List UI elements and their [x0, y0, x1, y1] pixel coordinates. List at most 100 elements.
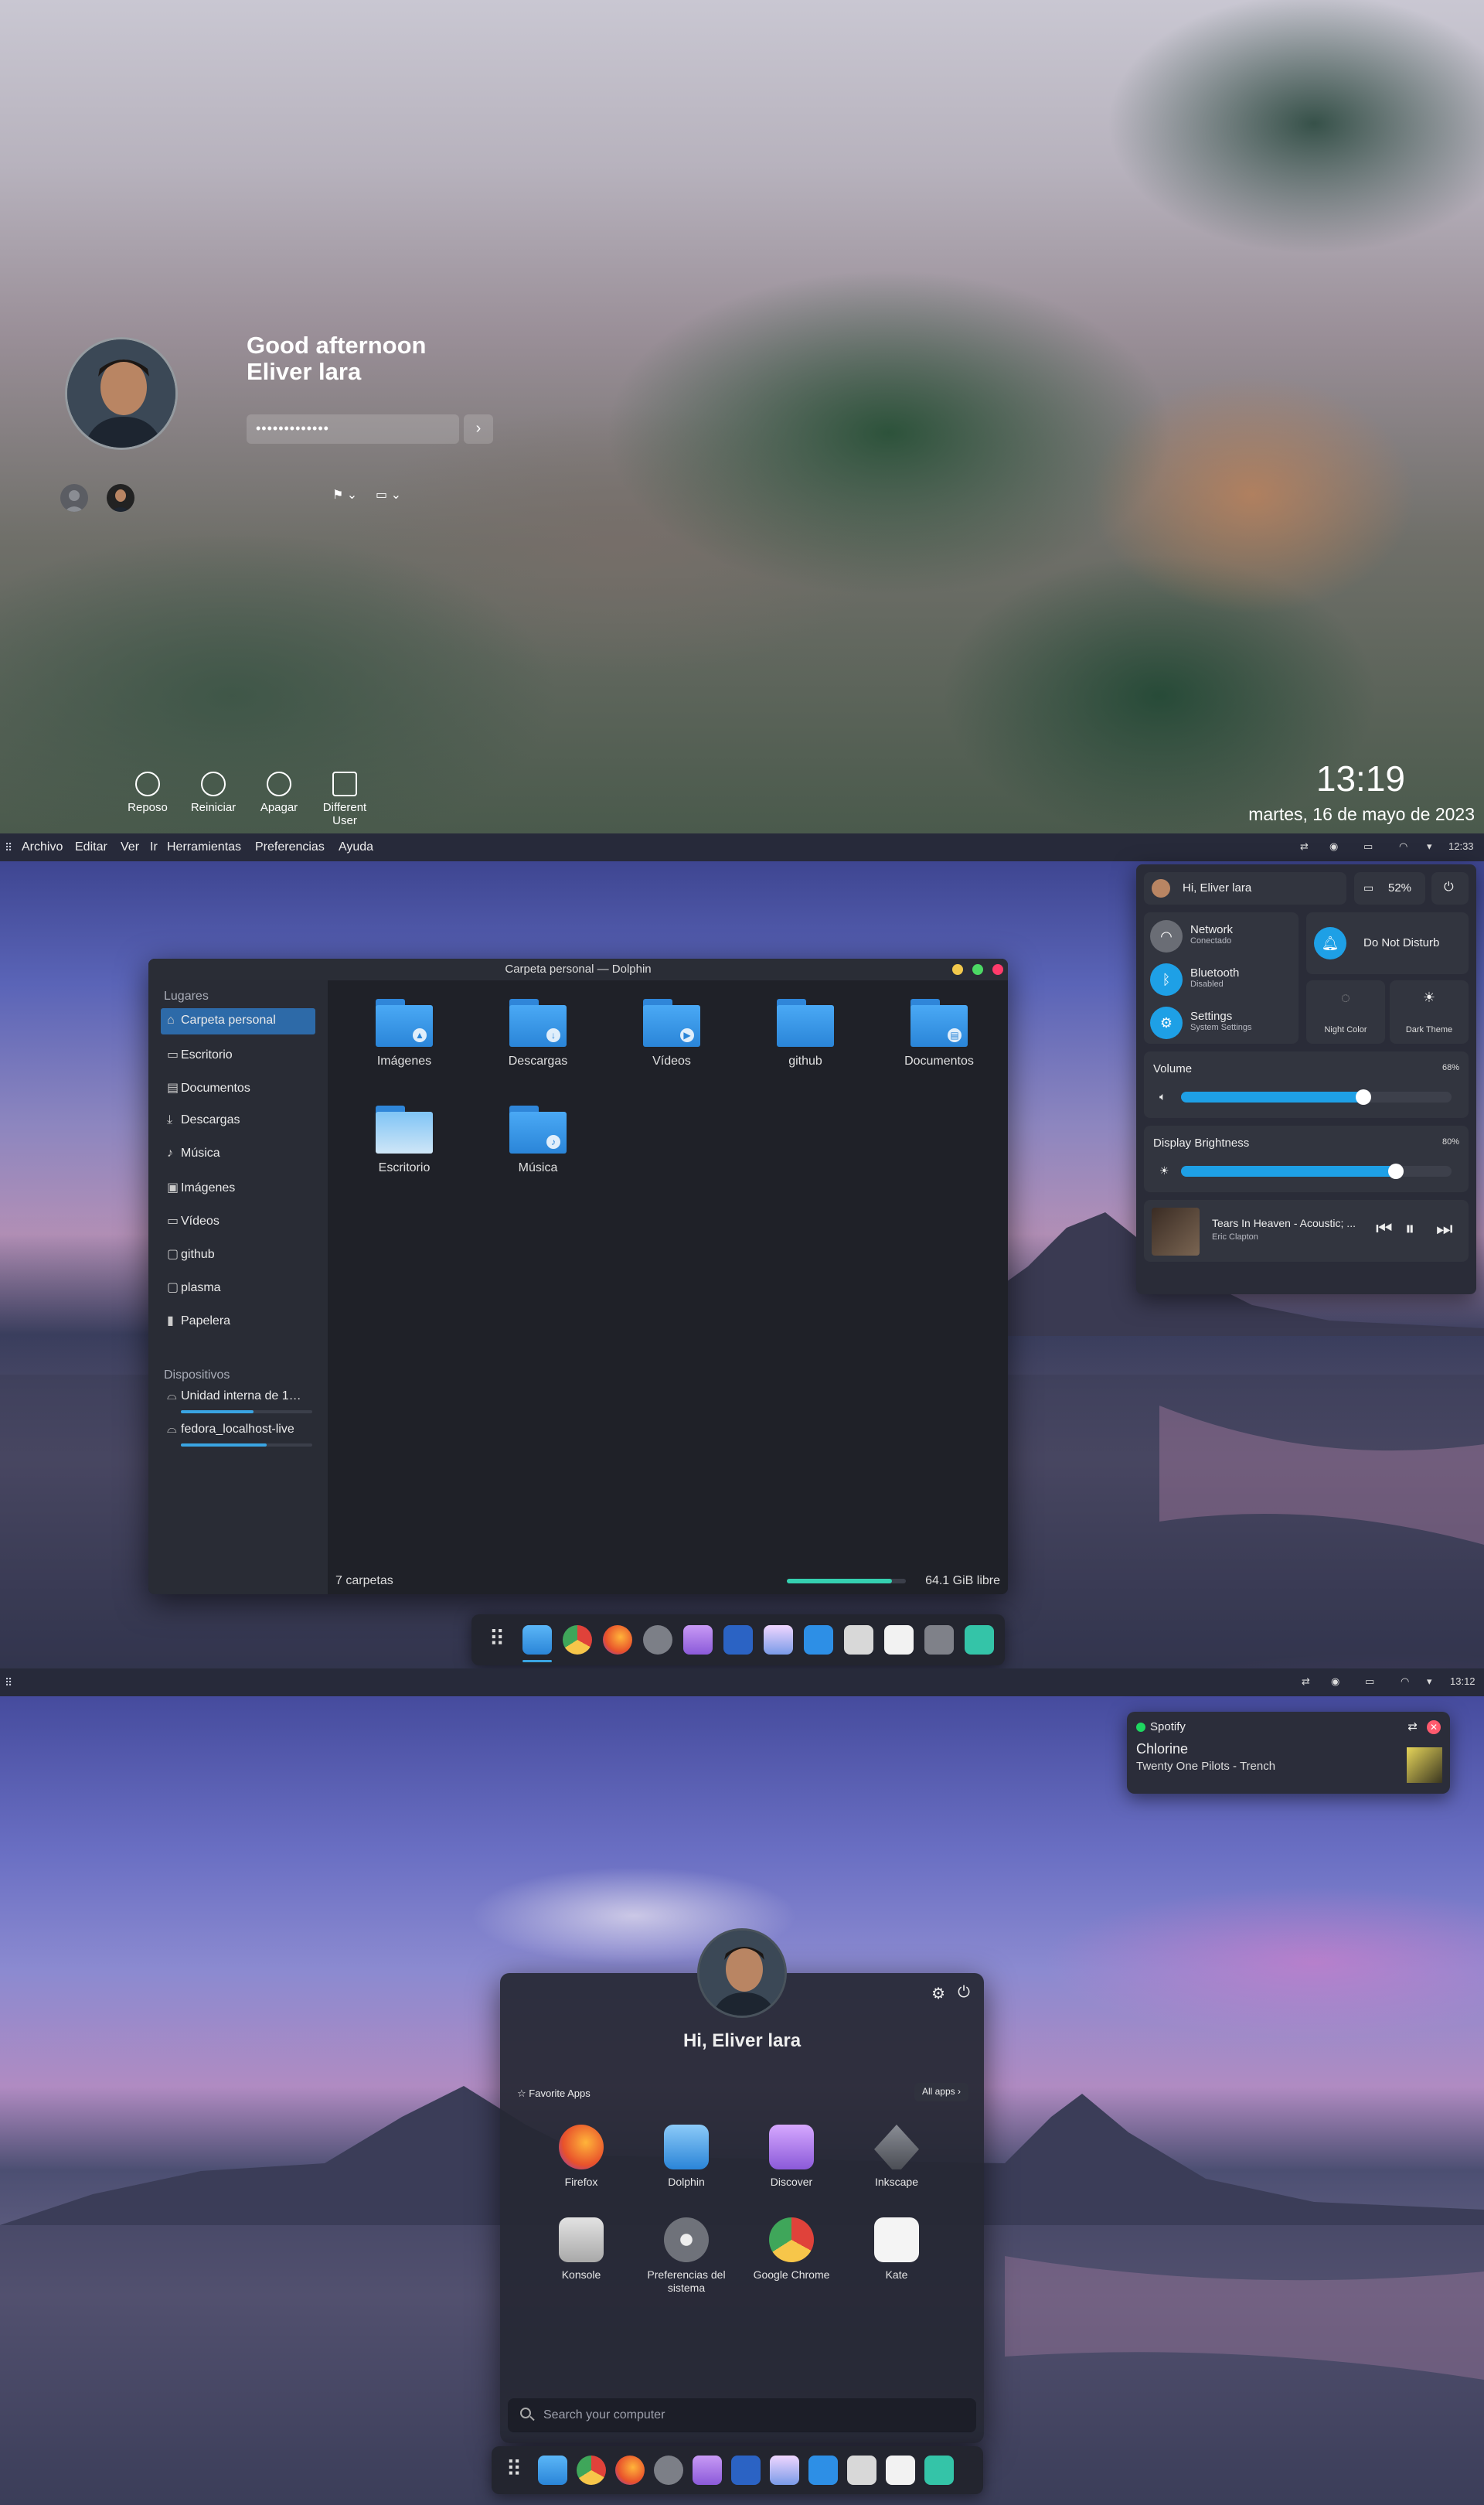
notification-settings-icon[interactable]: ⇄ [1407, 1719, 1418, 1733]
previous-track-button[interactable]: ⏮ [1376, 1218, 1393, 1240]
app-launcher-icon[interactable]: ⠿ [499, 2456, 529, 2485]
firefox-icon[interactable] [615, 2456, 645, 2485]
folder-imagenes[interactable]: ▲ Imágenes [362, 999, 447, 1068]
app-kate[interactable]: Kate [850, 2217, 943, 2282]
text-editor-icon[interactable] [844, 1625, 873, 1655]
place-papelera[interactable]: ▮ Papelera [161, 1307, 315, 1334]
settings-icon[interactable]: ⚙ [1150, 1007, 1183, 1039]
battery-icon[interactable]: ▭ [1363, 840, 1373, 853]
word-icon[interactable] [731, 2456, 761, 2485]
menu-ver[interactable]: Ver [121, 840, 139, 854]
discover-icon[interactable] [683, 1625, 713, 1655]
shirt-icon[interactable] [886, 2456, 915, 2485]
next-track-button[interactable]: ⏭ [1436, 1218, 1453, 1240]
trash-icon[interactable] [924, 2456, 954, 2485]
gear-icon[interactable]: ⚙ [931, 1984, 945, 2003]
pause-button[interactable]: ⏸ [1405, 1218, 1414, 1240]
minimize-button[interactable] [952, 964, 963, 975]
wifi-icon[interactable]: ◠ [1399, 840, 1407, 853]
text-editor-icon[interactable] [847, 2456, 876, 2485]
app-grid-icon[interactable]: ⠿ [5, 1676, 12, 1689]
bluetooth-toggle[interactable]: Bluetooth Disabled [1190, 966, 1239, 989]
app-konsole[interactable]: Konsole [535, 2217, 628, 2282]
other-user-avatar[interactable] [60, 484, 88, 512]
menu-archivo[interactable]: Archivo [22, 840, 63, 854]
app-firefox[interactable]: Firefox [535, 2125, 628, 2189]
settings-icon[interactable] [654, 2456, 683, 2485]
place-escritorio[interactable]: ▭ Escritorio [161, 1041, 315, 1068]
shirt-icon[interactable] [884, 1625, 914, 1655]
maximize-button[interactable] [972, 964, 983, 975]
wifi-icon[interactable]: ◠ [1401, 1675, 1409, 1688]
network-toggle[interactable]: Network Conectado [1190, 923, 1233, 946]
volume-slider[interactable] [1181, 1089, 1452, 1105]
app-dolphin[interactable]: Dolphin [640, 2125, 733, 2189]
app-discover[interactable]: Discover [745, 2125, 838, 2189]
settings-shortcut[interactable]: Settings System Settings [1190, 1010, 1251, 1032]
menu-ayuda[interactable]: Ayuda [339, 840, 373, 854]
device-fedora-live[interactable]: ⌓ fedora_localhost-live [161, 1417, 315, 1443]
settings-icon[interactable] [643, 1625, 672, 1655]
tray-clock[interactable]: 12:33 [1448, 840, 1474, 852]
dolphin-icon[interactable] [522, 1625, 552, 1655]
app-icon[interactable] [808, 2456, 838, 2485]
power-icon[interactable]: ⏻ [958, 1984, 970, 2002]
spotify-notification[interactable]: Spotify ⇄ ✕ Chlorine Twenty One Pilots -… [1127, 1712, 1450, 1794]
app-icon[interactable] [804, 1625, 833, 1655]
battery-card[interactable]: ▭ 52% [1354, 872, 1425, 905]
window-title[interactable]: Carpeta personal — Dolphin [148, 959, 1008, 980]
session-menu[interactable]: ▭ ⌄ [376, 487, 401, 503]
brightness-slider[interactable] [1181, 1164, 1452, 1179]
folder-documentos[interactable]: ▤ Documentos [897, 999, 982, 1068]
place-documentos[interactable]: ▤ Documentos [161, 1075, 315, 1101]
place-descargas[interactable]: ⤓ Descargas [161, 1108, 315, 1134]
wifi-icon[interactable]: ◠ [1150, 920, 1183, 953]
all-apps-button[interactable]: All apps › [914, 2083, 968, 2101]
close-button[interactable] [992, 964, 1003, 975]
bluetooth-icon[interactable]: ᛒ [1150, 963, 1183, 996]
sliders-icon[interactable]: ⇄ [1300, 840, 1309, 853]
firefox-icon[interactable] [603, 1625, 632, 1655]
dolphin-icon[interactable] [538, 2456, 567, 2485]
trash-icon[interactable] [965, 1625, 994, 1655]
app-google-chrome[interactable]: Google Chrome [745, 2217, 838, 2282]
search-input[interactable]: Search your computer [508, 2398, 976, 2432]
sliders-icon[interactable]: ⇄ [1302, 1675, 1310, 1688]
menu-editar[interactable]: Editar [75, 840, 107, 854]
app-launcher-icon[interactable]: ⠿ [482, 1625, 512, 1655]
place-plasma[interactable]: ▢ plasma [161, 1274, 315, 1300]
battery-icon[interactable]: ▭ [1365, 1675, 1374, 1688]
place-imagenes[interactable]: ▣ Imágenes [161, 1174, 315, 1201]
user-card[interactable]: Hi, Eliver lara [1144, 872, 1346, 905]
app-system-settings[interactable]: Preferencias del sistema [640, 2217, 733, 2295]
keyboard-layout-menu[interactable]: ⚑ ⌄ [332, 487, 357, 503]
shutdown-button[interactable]: Apagar [244, 772, 314, 814]
sleep-button[interactable]: Reposo [113, 772, 182, 814]
record-icon[interactable]: ◉ [1331, 1675, 1339, 1688]
place-github[interactable]: ▢ github [161, 1241, 315, 1267]
place-carpeta-personal[interactable]: ⌂ Carpeta personal [161, 1008, 315, 1034]
do-not-disturb-toggle[interactable]: 🔔︎ Do Not Disturb [1306, 912, 1469, 974]
place-musica[interactable]: ♪ Música [161, 1141, 315, 1167]
tray-clock[interactable]: 13:12 [1450, 1675, 1475, 1687]
chrome-icon[interactable] [563, 1625, 592, 1655]
discover-icon[interactable] [693, 2456, 722, 2485]
app-inkscape[interactable]: Inkscape [850, 2125, 943, 2189]
folder-descargas[interactable]: ↓ Descargas [495, 999, 580, 1068]
tray-expand-icon[interactable]: ▾ [1427, 1675, 1432, 1688]
record-icon[interactable]: ◉ [1329, 840, 1338, 853]
current-user-avatar-small[interactable] [107, 484, 134, 512]
word-icon[interactable] [723, 1625, 753, 1655]
different-user-button[interactable]: Different User [310, 772, 380, 827]
login-button[interactable]: › [464, 414, 493, 444]
folder-escritorio[interactable]: Escritorio [362, 1106, 447, 1175]
menu-herramientas[interactable]: Herramientas [167, 840, 241, 854]
chrome-icon[interactable] [577, 2456, 606, 2485]
gallery-icon[interactable] [770, 2456, 799, 2485]
power-button[interactable]: ⏻ [1431, 872, 1469, 905]
folder-github[interactable]: github [763, 999, 848, 1068]
inkscape-icon[interactable] [924, 1625, 954, 1655]
tray-expand-icon[interactable]: ▾ [1427, 840, 1432, 853]
menu-ir[interactable]: Ir [150, 840, 158, 854]
restart-button[interactable]: Reiniciar [179, 772, 248, 814]
